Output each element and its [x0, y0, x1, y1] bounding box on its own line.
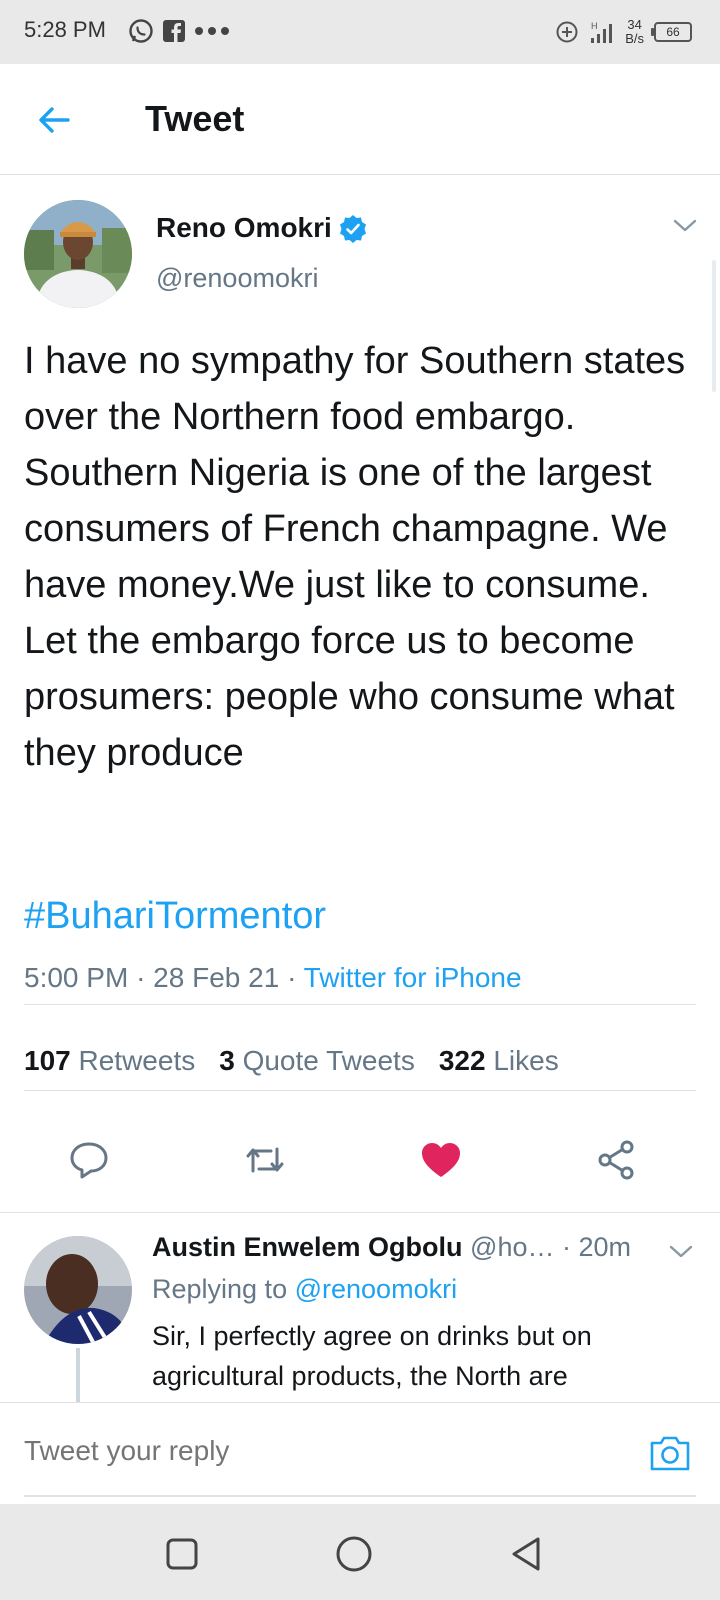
quotes-label: Quote Tweets: [242, 1045, 415, 1076]
whatsapp-icon: [129, 19, 153, 43]
author-avatar[interactable]: [24, 200, 132, 308]
divider: [24, 1090, 696, 1091]
reply-author-name[interactable]: Austin Enwelem Ogbolu: [152, 1232, 463, 1262]
battery-level: 66: [666, 25, 680, 39]
retweet-button[interactable]: [240, 1135, 290, 1185]
reply-author-handle[interactable]: @ho…: [470, 1232, 554, 1262]
reply-time: 20m: [578, 1232, 632, 1262]
data-saver-icon: [556, 21, 578, 43]
replying-mention-link[interactable]: @renoomokri: [295, 1274, 457, 1304]
camera-icon[interactable]: [648, 1433, 692, 1473]
meta-separator: ·: [287, 962, 304, 993]
reply-time-separator: ·: [562, 1232, 579, 1262]
reply-icon: [70, 1142, 108, 1179]
tweet-actions: [0, 1110, 720, 1210]
network-speed-value: 34: [627, 17, 642, 32]
heart-filled-icon: [422, 1143, 460, 1177]
page-title: Tweet: [145, 98, 245, 139]
verified-badge-icon: [340, 215, 366, 243]
replying-prefix: Replying to: [152, 1274, 288, 1304]
replying-to: Replying to @renoomokri: [152, 1274, 457, 1305]
author-name[interactable]: Reno Omokri: [156, 212, 332, 244]
recents-square-icon[interactable]: [160, 1532, 204, 1576]
quotes-count: 3: [219, 1045, 235, 1076]
retweets-stat[interactable]: 107 Retweets: [24, 1045, 195, 1077]
share-button[interactable]: [592, 1135, 642, 1185]
scrollbar[interactable]: [712, 260, 716, 392]
tweet-meta: 5:00 PM · 28 Feb 21 · Twitter for iPhone: [24, 962, 522, 994]
back-arrow-icon[interactable]: [34, 100, 74, 140]
meta-separator: ·: [136, 962, 154, 993]
composer-underline: [24, 1495, 696, 1497]
network-speed-unit: B/s: [625, 31, 644, 46]
status-bar: 5:28 PM H 34 B/s 66: [0, 0, 720, 64]
status-time: 5:28 PM: [24, 17, 106, 42]
status-left-icons: [128, 14, 230, 48]
quotes-stat[interactable]: 3 Quote Tweets: [219, 1045, 415, 1077]
author-handle[interactable]: @renoomokri: [156, 263, 318, 294]
likes-label: Likes: [493, 1045, 559, 1076]
divider: [24, 1004, 696, 1005]
likes-count: 322: [438, 1045, 486, 1076]
status-right-icons: H 34 B/s 66: [555, 12, 692, 52]
reply-button[interactable]: [64, 1135, 114, 1185]
retweets-count: 107: [24, 1045, 71, 1076]
retweet-icon: [246, 1147, 284, 1173]
tweet-stats: 107 Retweets 3 Quote Tweets 322 Likes: [24, 1045, 559, 1077]
tweet-source-link[interactable]: Twitter for iPhone: [304, 962, 522, 993]
tweet-text: I have no sympathy for Southern states o…: [24, 340, 686, 774]
tweet-date: 28 Feb 21: [153, 962, 280, 993]
thread-line: [76, 1348, 80, 1408]
system-nav-bar: [0, 1504, 720, 1600]
svg-text:H: H: [591, 21, 598, 31]
chevron-down-icon[interactable]: [668, 1242, 694, 1262]
network-speed: 34 B/s: [625, 18, 644, 46]
chevron-down-icon[interactable]: [672, 216, 698, 236]
back-triangle-icon[interactable]: [504, 1532, 548, 1576]
likes-stat[interactable]: 322 Likes: [439, 1045, 559, 1077]
reply-author-avatar[interactable]: [24, 1236, 132, 1344]
reply-composer: [0, 1402, 720, 1503]
battery-icon: 66: [651, 22, 692, 42]
reply-input[interactable]: [24, 1435, 614, 1467]
reply-text: Sir, I perfectly agree on drinks but on …: [152, 1321, 592, 1391]
divider: [0, 1212, 720, 1213]
more-notifications-icon: [195, 27, 229, 35]
hashtag-link[interactable]: #BuhariTormentor: [24, 895, 326, 938]
retweets-label: Retweets: [78, 1045, 196, 1076]
share-icon: [598, 1140, 634, 1180]
facebook-icon: [163, 20, 185, 42]
like-button[interactable]: [416, 1135, 466, 1185]
reply-header: Austin Enwelem Ogbolu @ho… · 20m: [152, 1232, 631, 1263]
tweet-time: 5:00 PM: [24, 962, 129, 993]
signal-icon: H: [591, 21, 613, 43]
home-circle-icon[interactable]: [332, 1532, 376, 1576]
app-bar: Tweet: [0, 64, 720, 175]
